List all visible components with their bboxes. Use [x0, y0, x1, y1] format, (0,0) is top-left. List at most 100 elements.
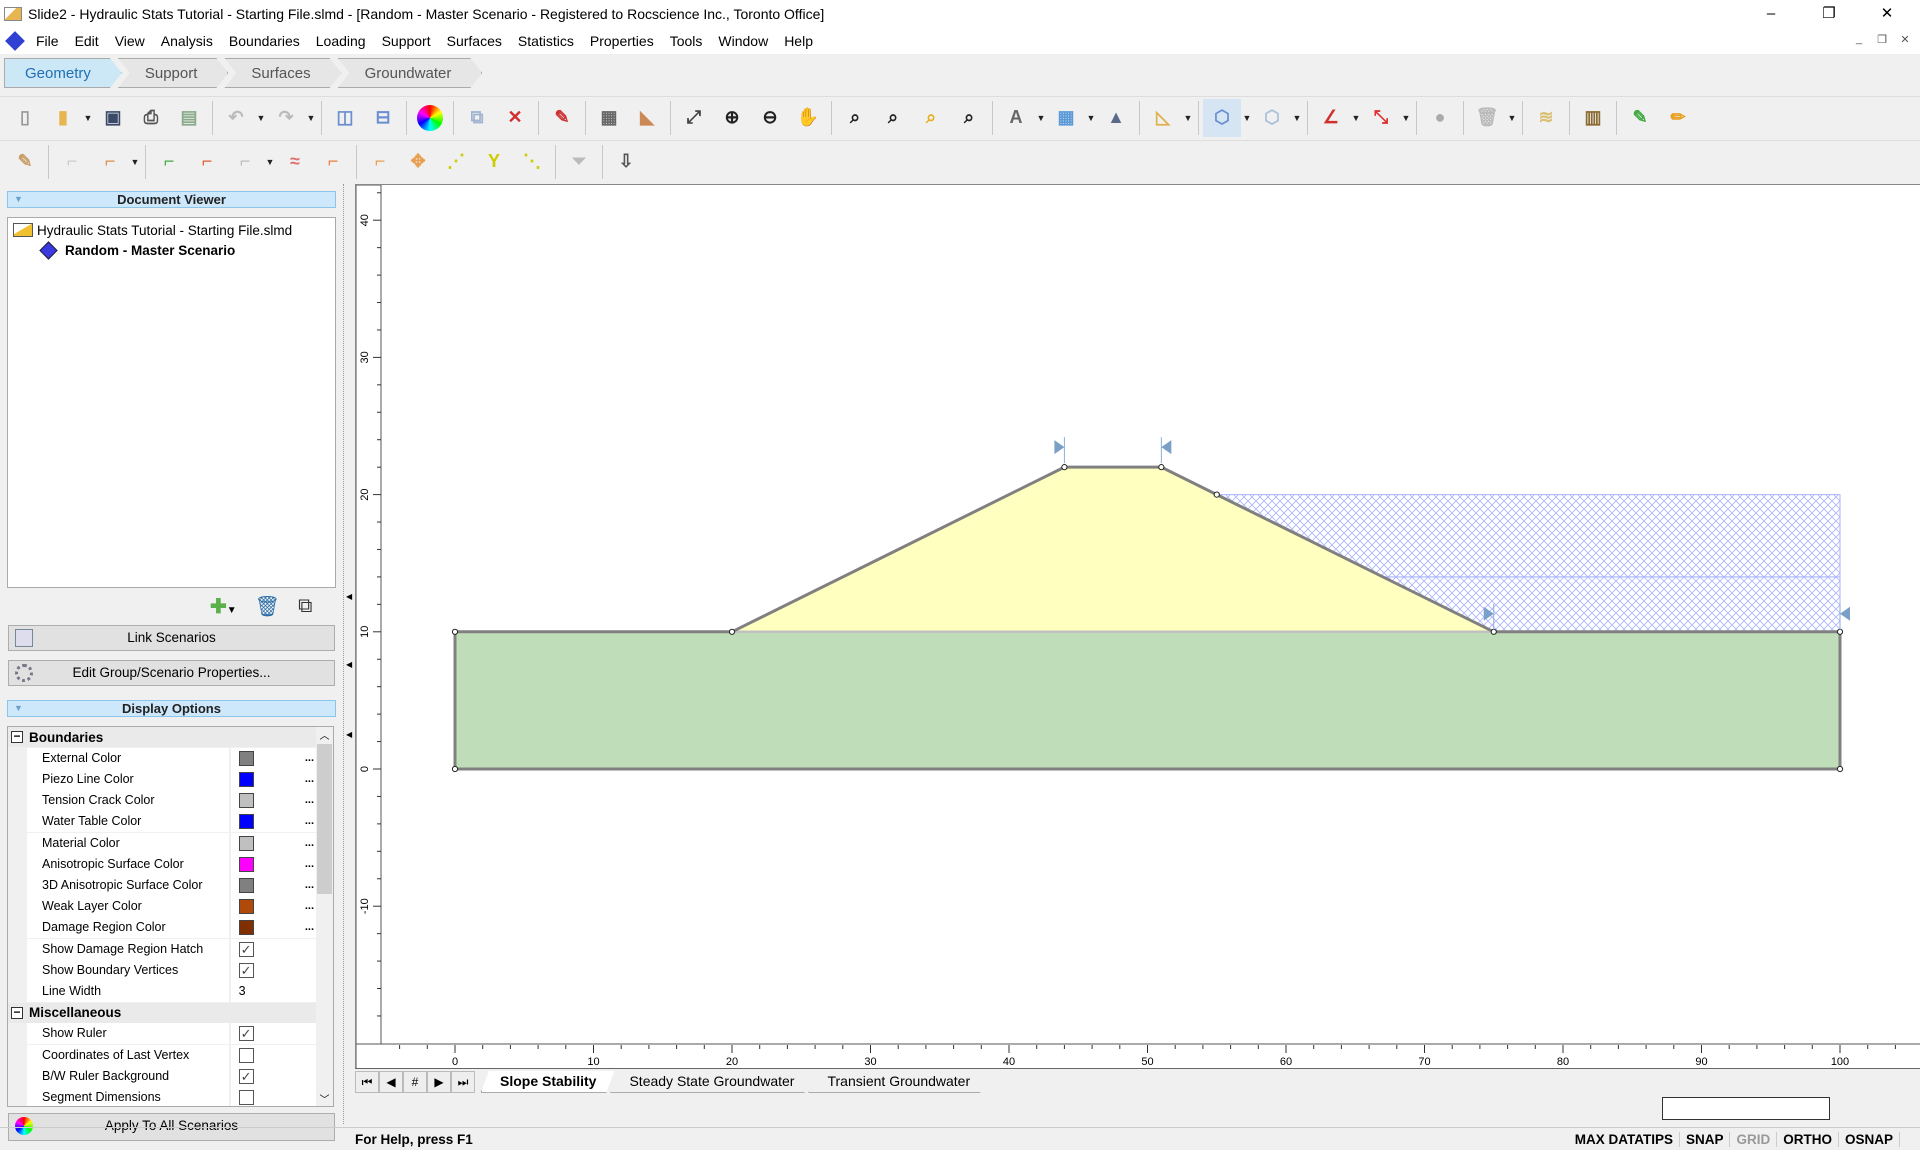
chevron-down-icon[interactable]: ▼: [227, 605, 237, 616]
chevron-down-icon[interactable]: ▼: [1085, 113, 1097, 123]
layers-button[interactable]: ≋: [1527, 99, 1565, 137]
menu-edit[interactable]: Edit: [67, 33, 107, 49]
property-value[interactable]: [230, 1044, 316, 1066]
undo-button[interactable]: ↶: [217, 99, 255, 137]
menu-boundaries[interactable]: Boundaries: [221, 33, 308, 49]
scroll-thumb[interactable]: [317, 744, 332, 894]
color-swatch[interactable]: [238, 877, 254, 893]
menu-surfaces[interactable]: Surfaces: [439, 33, 510, 49]
status-grid[interactable]: GRID: [1730, 1131, 1778, 1147]
status-osnap[interactable]: OSNAP: [1839, 1131, 1900, 1147]
sheet-tab-slope-stability[interactable]: Slope Stability: [481, 1071, 614, 1093]
linked-views-button[interactable]: ⧉: [458, 99, 496, 137]
collapse-icon[interactable]: −: [11, 1006, 23, 1019]
mdi-restore-button[interactable]: ❐: [1873, 33, 1891, 46]
delete-boundary-button[interactable]: ⌐: [91, 143, 129, 181]
anisotropic-button[interactable]: ⌐: [314, 143, 352, 181]
status-ortho[interactable]: ORTHO: [1777, 1131, 1839, 1147]
menu-support[interactable]: Support: [374, 33, 439, 49]
menu-analysis[interactable]: Analysis: [153, 33, 221, 49]
status-max-datatips[interactable]: MAX DATATIPS: [1569, 1131, 1680, 1147]
color-wheel-button[interactable]: ●: [411, 99, 449, 137]
close-view-button[interactable]: ✕: [496, 99, 534, 137]
zoom-scroll-button[interactable]: ⌕: [874, 99, 912, 137]
add-vertex-button[interactable]: ⋰: [437, 143, 475, 181]
polygon-button[interactable]: ⬡: [1253, 99, 1291, 137]
workflow-tab-surfaces[interactable]: Surfaces: [224, 58, 341, 88]
zoom-out-button[interactable]: ⊖: [751, 99, 789, 137]
boundary-vertex[interactable]: [1836, 765, 1844, 773]
duplicate-scenario-button[interactable]: ⧉: [298, 595, 312, 618]
property-value[interactable]: 3: [230, 980, 316, 1002]
lower-material-region[interactable]: [455, 631, 1840, 769]
boundary-edit-button[interactable]: ✎: [6, 143, 44, 181]
grid-scrollbar[interactable]: ︿ ﹀: [316, 727, 333, 1106]
collapse-arrow-icon[interactable]: ◀: [346, 730, 352, 739]
property-value[interactable]: ...: [230, 853, 316, 875]
new-file-button[interactable]: ▯: [6, 99, 44, 137]
add-scenario-button[interactable]: ✚▼: [210, 594, 237, 619]
boundary-vertex[interactable]: [1490, 628, 1497, 635]
redo-button[interactable]: ↷: [267, 99, 305, 137]
category-miscellaneous[interactable]: − Miscellaneous: [8, 1002, 316, 1024]
open-folder-button[interactable]: ▮: [44, 99, 82, 137]
property-value[interactable]: ...: [230, 874, 316, 896]
sphere-button[interactable]: ●: [1421, 99, 1459, 137]
add-tension-crack-button[interactable]: ⌐: [188, 143, 226, 181]
minimize-button[interactable]: –: [1748, 0, 1794, 27]
document-viewer-header[interactable]: ▼ Document Viewer: [7, 191, 336, 208]
model-view[interactable]: 0 10 20 30 40 50 60 70 80 90 100 -10 0 10 20 30 40: [355, 164, 1920, 1070]
collapse-arrow-icon[interactable]: ◀: [346, 660, 352, 669]
color-swatch[interactable]: [238, 793, 254, 809]
ellipsis-button[interactable]: ...: [305, 896, 314, 917]
ruler-triangle-button[interactable]: ◺: [1144, 99, 1182, 137]
ellipsis-button[interactable]: ...: [305, 769, 314, 790]
menu-tools[interactable]: Tools: [662, 33, 711, 49]
boundary-vertex[interactable]: [1158, 464, 1165, 471]
edit-boundary-button[interactable]: ✎: [1621, 99, 1659, 137]
zoom-window-button[interactable]: ⌕: [836, 99, 874, 137]
checkbox[interactable]: [238, 1089, 254, 1105]
property-value[interactable]: [230, 1086, 316, 1106]
delete-button[interactable]: 🗑: [1468, 99, 1506, 137]
scroll-up-icon[interactable]: ︿: [316, 727, 333, 744]
chevron-down-icon[interactable]: ▼: [1506, 113, 1518, 123]
polyline-button[interactable]: ⬡: [1203, 98, 1241, 137]
save-button[interactable]: ▣: [94, 99, 132, 137]
ellipsis-button[interactable]: ...: [305, 854, 314, 875]
checkbox[interactable]: ✓: [238, 941, 254, 957]
property-value[interactable]: ...: [230, 896, 316, 918]
delete-vertices-button[interactable]: ⌐: [361, 143, 399, 181]
menu-file[interactable]: File: [28, 33, 67, 49]
zoom-extents-button[interactable]: ⤢: [675, 99, 713, 137]
print-button[interactable]: ⎙: [132, 99, 170, 137]
chevron-down-icon[interactable]: ▼: [1035, 113, 1047, 123]
mdi-minimize-button[interactable]: _: [1850, 33, 1868, 45]
sheet-nav-button[interactable]: ⏮: [355, 1070, 379, 1093]
status-snap[interactable]: SNAP: [1680, 1131, 1731, 1147]
ellipsis-button[interactable]: ...: [305, 833, 314, 854]
menu-help[interactable]: Help: [776, 33, 821, 49]
slope-limit-marker-icon[interactable]: [1161, 440, 1172, 455]
zoom-lock-button[interactable]: ⌕: [950, 99, 988, 137]
dimension-button[interactable]: ⤡: [1362, 99, 1400, 137]
chevron-down-icon[interactable]: ▼: [129, 157, 141, 167]
category-boundaries[interactable]: − Boundaries: [8, 727, 316, 748]
property-value[interactable]: ...: [230, 832, 316, 854]
boundary-vertex[interactable]: [451, 765, 459, 773]
restore-button[interactable]: ❐: [1806, 0, 1852, 27]
checkbox[interactable]: [238, 1047, 254, 1063]
chevron-down-icon[interactable]: ▼: [264, 157, 276, 167]
rotate-vertex-button[interactable]: Y: [475, 143, 513, 181]
menu-window[interactable]: Window: [710, 33, 776, 49]
color-swatch[interactable]: [238, 856, 254, 872]
color-swatch[interactable]: [238, 835, 254, 851]
display-options-header[interactable]: ▼ Display Options: [7, 700, 336, 717]
pencil-button[interactable]: ✏: [1659, 99, 1697, 137]
chevron-down-icon[interactable]: ▼: [1350, 113, 1362, 123]
chevron-down-icon[interactable]: ▼: [1241, 113, 1253, 123]
filter-button[interactable]: ⏷: [560, 143, 598, 181]
menu-statistics[interactable]: Statistics: [510, 33, 582, 49]
property-value[interactable]: ...: [230, 811, 316, 833]
boundary-vertex[interactable]: [451, 628, 459, 635]
